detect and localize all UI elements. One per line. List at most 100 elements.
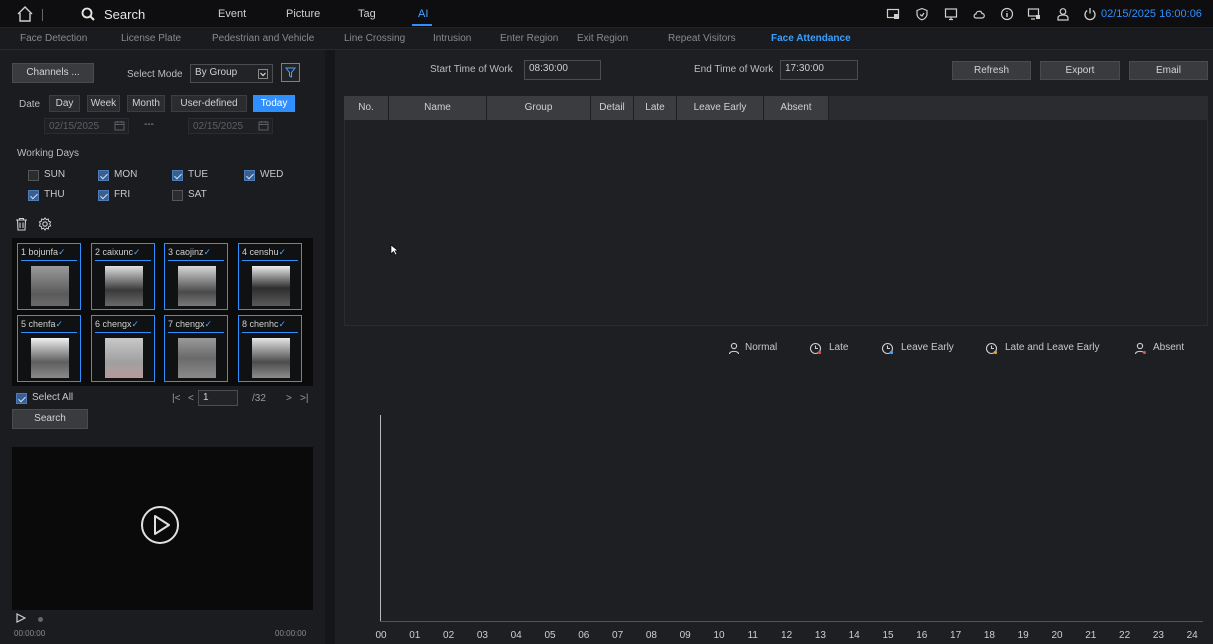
face-thumbnail [178, 338, 216, 378]
hour-label: 11 [747, 630, 758, 641]
face-card[interactable]: 7 chengx✓ [164, 315, 228, 382]
check-icon: ✓ [133, 247, 141, 257]
top-bar: Search Event Picture Tag AI 02/15/2025 1… [0, 0, 1213, 28]
date-tab-today[interactable]: Today [253, 95, 295, 112]
hour-label: 02 [443, 630, 455, 641]
end-time-label: End Time of Work [694, 64, 774, 75]
col-group[interactable]: Group [487, 96, 591, 120]
end-time-input[interactable]: 17:30:00 [780, 60, 858, 80]
page-input[interactable]: 1 [198, 390, 238, 406]
subtab-intrusion[interactable]: Intrusion [433, 33, 471, 44]
filter-button[interactable] [281, 63, 300, 82]
date-tab-day[interactable]: Day [49, 95, 80, 112]
face-name: 1 bojunfa✓ [21, 247, 77, 258]
hour-label: 03 [476, 630, 488, 641]
select-all-checkbox[interactable] [16, 393, 27, 404]
shield-icon[interactable] [915, 7, 929, 21]
channels-button[interactable]: Channels ... [12, 63, 94, 83]
prev-page-icon[interactable]: < [188, 393, 194, 404]
face-name-text: 8 chenhc [242, 319, 279, 329]
face-name: 4 censhu✓ [242, 247, 298, 258]
checkbox-sun[interactable] [28, 170, 39, 181]
select-mode-label: Select Mode [127, 69, 183, 80]
user-icon[interactable] [1056, 7, 1070, 21]
face-card[interactable]: 1 bojunfa✓ [17, 243, 81, 310]
hour-label: 23 [1152, 630, 1164, 641]
subtab-license-plate[interactable]: License Plate [121, 33, 181, 44]
divider [168, 260, 224, 261]
search-button[interactable]: Search [12, 409, 88, 429]
checkbox-mon[interactable] [98, 170, 109, 181]
hour-label: 12 [781, 630, 793, 641]
gear-icon[interactable] [38, 217, 52, 231]
check-icon: ✓ [278, 247, 287, 257]
subtab-face-detection[interactable]: Face Detection [20, 33, 87, 44]
hour-label: 01 [409, 630, 421, 641]
col-detail[interactable]: Detail [591, 96, 634, 120]
tab-tag[interactable]: Tag [358, 8, 376, 20]
last-page-icon[interactable]: >| [300, 393, 308, 404]
tab-picture[interactable]: Picture [286, 8, 320, 20]
face-card[interactable]: 4 censhu✓ [238, 243, 302, 310]
col-no[interactable]: No. [344, 96, 389, 120]
col-absent[interactable]: Absent [764, 96, 829, 120]
date-tab-month[interactable]: Month [127, 95, 165, 112]
page-title: Search [104, 7, 146, 22]
next-page-icon[interactable]: > [286, 393, 292, 404]
email-button[interactable]: Email [1129, 61, 1208, 80]
tab-event[interactable]: Event [218, 8, 246, 20]
col-leave-early[interactable]: Leave Early [677, 96, 764, 120]
checkbox-thu[interactable] [28, 190, 39, 201]
hour-label: 05 [544, 630, 556, 641]
subtab-exit-region[interactable]: Exit Region [577, 33, 628, 44]
checkbox-wed[interactable] [244, 170, 255, 181]
calendar-icon[interactable] [258, 120, 269, 131]
calendar-icon[interactable] [114, 120, 125, 131]
tab-ai[interactable]: AI [418, 8, 428, 20]
first-page-icon[interactable]: |< [172, 393, 180, 404]
day-label-sun: SUN [44, 169, 66, 180]
face-card[interactable]: 5 chenfa✓ [17, 315, 81, 382]
hour-label: 24 [1186, 630, 1198, 641]
select-mode-dropdown[interactable]: By Group [190, 64, 273, 83]
display-icon[interactable] [886, 7, 900, 21]
date-tab-week[interactable]: Week [87, 95, 120, 112]
monitor-icon[interactable] [944, 7, 958, 21]
checkbox-sat[interactable] [172, 190, 183, 201]
face-name-text: 1 bojunfa [21, 247, 59, 257]
checkbox-fri[interactable] [98, 190, 109, 201]
face-card[interactable]: 8 chenhc✓ [238, 315, 302, 382]
date-tab-user-defined[interactable]: User-defined [171, 95, 247, 112]
play-small-icon[interactable] [16, 613, 26, 623]
col-late[interactable]: Late [634, 96, 677, 120]
subtab-repeat-visitors[interactable]: Repeat Visitors [668, 33, 736, 44]
face-thumbnail [252, 266, 290, 306]
working-days-label: Working Days [17, 148, 80, 159]
cloud-icon[interactable] [972, 7, 986, 21]
start-time-label: Start Time of Work [430, 64, 513, 75]
hour-label: 17 [950, 630, 962, 641]
export-button[interactable]: Export [1040, 61, 1120, 80]
home-icon[interactable] [16, 5, 34, 23]
check-icon: ✓ [131, 319, 140, 329]
info-icon[interactable] [1000, 7, 1014, 21]
start-time-input[interactable]: 08:30:00 [524, 60, 601, 80]
face-card[interactable]: 6 chengx✓ [91, 315, 155, 382]
network-icon[interactable] [1027, 7, 1041, 21]
legend-normal: Normal [745, 342, 778, 353]
power-icon[interactable] [1083, 7, 1097, 21]
subtab-face-attendance[interactable]: Face Attendance [771, 33, 851, 44]
page-total: /32 [252, 393, 266, 404]
face-name-text: 6 chengx [95, 319, 132, 329]
progress-handle[interactable] [38, 617, 43, 622]
face-card[interactable]: 2 caixunc✓ [91, 243, 155, 310]
refresh-button[interactable]: Refresh [952, 61, 1031, 80]
col-name[interactable]: Name [389, 96, 487, 120]
checkbox-tue[interactable] [172, 170, 183, 181]
trash-icon[interactable] [15, 217, 28, 231]
play-icon[interactable] [140, 505, 180, 545]
subtab-line-crossing[interactable]: Line Crossing [344, 33, 405, 44]
face-card[interactable]: 3 caojinz✓ [164, 243, 228, 310]
subtab-enter-region[interactable]: Enter Region [500, 33, 558, 44]
subtab-pedestrian-vehicle[interactable]: Pedestrian and Vehicle [212, 33, 314, 44]
